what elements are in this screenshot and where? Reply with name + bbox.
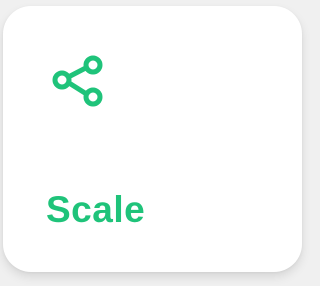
scale-card[interactable]: Scale [3,6,302,272]
card-title: Scale [46,189,146,230]
share-icon [49,54,107,112]
